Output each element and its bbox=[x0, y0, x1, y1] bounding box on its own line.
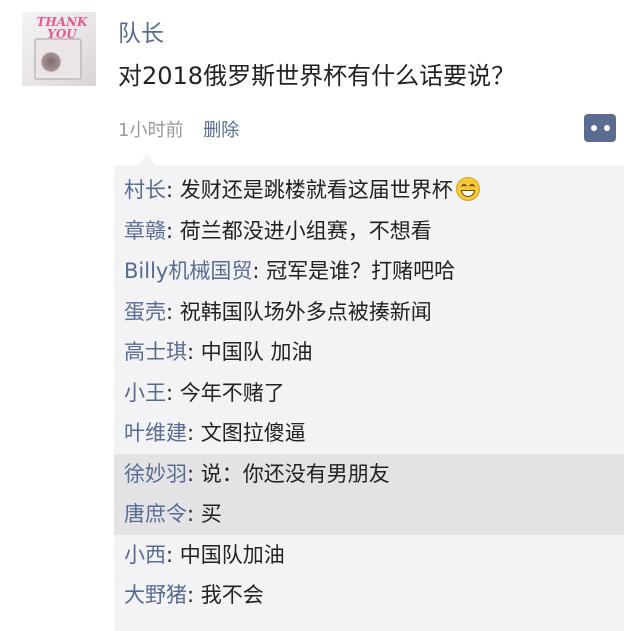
comment-author[interactable]: 唐庶令 bbox=[124, 502, 187, 526]
comment-text: 发财还是跳楼就看这届世界杯 bbox=[179, 178, 453, 202]
comment-text: 中国队加油 bbox=[179, 542, 285, 567]
comment-separator: : bbox=[166, 299, 180, 324]
comment-item[interactable]: 小王: 今年不赌了 bbox=[114, 373, 624, 414]
more-dots-icon bbox=[590, 125, 597, 131]
comment-author[interactable]: 小西 bbox=[124, 543, 166, 567]
comment-separator: : bbox=[187, 340, 201, 364]
comment-author[interactable]: 章赣 bbox=[124, 219, 166, 243]
comment-author[interactable]: Billy机械国贸 bbox=[124, 259, 252, 283]
comment-separator: : bbox=[166, 218, 180, 243]
delete-link[interactable]: 删除 bbox=[203, 120, 239, 141]
comment-item-highlighted[interactable]: 徐妙羽: 说：你还没有男朋友 bbox=[114, 453, 624, 494]
comment-text: 祝韩国队场外多点被揍新闻 bbox=[179, 299, 432, 324]
comment-separator: : bbox=[252, 259, 267, 283]
comment-item[interactable]: 村长: 发财还是跳楼就看这届世界杯 bbox=[114, 170, 624, 211]
avatar-flower bbox=[40, 52, 62, 72]
comment-separator: : bbox=[166, 542, 180, 567]
comment-separator: : bbox=[187, 502, 201, 526]
comment-text: 文图拉傻逼 bbox=[200, 421, 306, 445]
post-username[interactable]: 队长 bbox=[118, 14, 164, 48]
comment-item[interactable]: 蛋壳: 祝韩国队场外多点被揍新闻 bbox=[114, 292, 624, 333]
post-text: 对2018俄罗斯世界杯有什么话要说？ bbox=[118, 62, 516, 90]
comment-author[interactable]: 大野猪 bbox=[124, 583, 187, 607]
comment-separator: : bbox=[187, 421, 201, 445]
comment-text: 冠军是谁？打赌吧哈 bbox=[266, 259, 456, 283]
more-button[interactable] bbox=[584, 114, 616, 142]
comment-item-highlighted[interactable]: 唐庶令: 买 bbox=[114, 494, 624, 535]
comment-item[interactable]: 叶维建: 文图拉傻逼 bbox=[114, 413, 624, 454]
post-time: 1小时前 bbox=[118, 120, 184, 141]
comment-author[interactable]: 徐妙羽 bbox=[124, 462, 187, 486]
more-dots-icon bbox=[603, 125, 610, 131]
comment-text: 买 bbox=[200, 502, 222, 526]
comment-author[interactable]: 村长 bbox=[124, 178, 166, 202]
comment-list: 村长: 发财还是跳楼就看这届世界杯 章赣: 荷兰都没进小组赛，不想看 Billy… bbox=[114, 165, 624, 631]
comment-item[interactable]: 小西: 中国队加油 bbox=[114, 535, 624, 576]
comment-text: 我不会 bbox=[200, 583, 264, 607]
comment-author[interactable]: 蛋壳 bbox=[124, 300, 166, 324]
comment-text: 荷兰都没进小组赛，不想看 bbox=[179, 218, 432, 243]
post-meta: 1小时前 删除 bbox=[118, 116, 239, 142]
avatar[interactable]: THANK YOU bbox=[22, 12, 96, 86]
comment-author[interactable]: 叶维建 bbox=[124, 421, 187, 445]
grinning-face-icon bbox=[455, 177, 480, 201]
comment-text: 说：你还没有男朋友 bbox=[200, 461, 390, 486]
comment-author[interactable]: 小王 bbox=[124, 381, 166, 405]
avatar-logo-text: THANK YOU bbox=[36, 15, 88, 41]
comment-item[interactable]: Billy机械国贸: 冠军是谁？打赌吧哈 bbox=[114, 251, 624, 292]
comment-text: 中国队 加油 bbox=[200, 340, 313, 364]
comment-separator: : bbox=[166, 178, 180, 202]
comment-text: 今年不赌了 bbox=[179, 380, 285, 405]
comment-separator: : bbox=[187, 461, 201, 486]
comment-separator: : bbox=[187, 583, 201, 607]
comment-item[interactable]: 高士琪: 中国队 加油 bbox=[114, 332, 624, 373]
comment-item[interactable]: 章赣: 荷兰都没进小组赛，不想看 bbox=[114, 211, 624, 252]
comment-item[interactable]: 大野猪: 我不会 bbox=[114, 575, 624, 616]
comment-separator: : bbox=[166, 380, 180, 405]
comment-author[interactable]: 高士琪 bbox=[124, 340, 187, 364]
